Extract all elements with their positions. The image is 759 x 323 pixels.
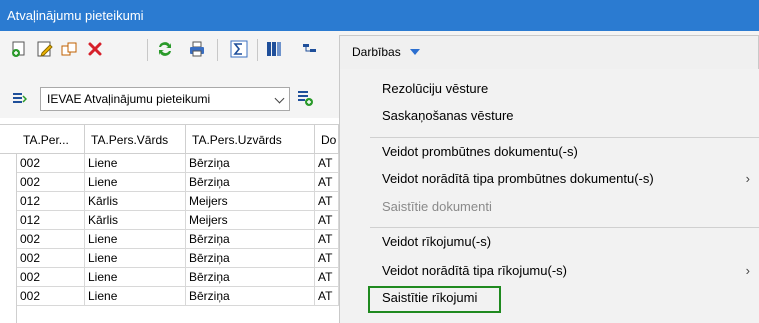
table-cell: Kārlis [85,192,186,211]
table-cell: Bērziņa [186,173,315,192]
table-cell: Bērziņa [186,154,315,173]
sum-icon[interactable] [228,38,250,60]
menu-separator [370,227,759,228]
table-row[interactable]: 002 Liene Bērziņa AT [0,173,339,192]
table-row[interactable]: 002 Liene Bērziņa AT [0,268,339,287]
table-cell: Liene [85,268,186,287]
actions-menu: Rezolūciju vēsture Saskaņošanas vēsture … [339,69,759,323]
view-select[interactable]: IEVAE Atvaļinājumu pieteikumi [40,87,290,111]
table-cell: Liene [85,154,186,173]
menu-item-label: Rezolūciju vēsture [382,81,489,96]
table-row[interactable]: 002 Liene Bērziņa AT [0,154,339,173]
table-cell: Liene [85,249,186,268]
menu-item-label: Veidot rīkojumu(-s) [382,234,492,249]
menu-item-create-absence-doc[interactable]: Veidot prombūtnes dokumentu(-s) [340,139,759,165]
chevron-down-icon [410,49,420,55]
column-header[interactable]: Do [315,125,339,155]
table-cell: Liene [85,173,186,192]
table-cell: Meijers [186,211,315,230]
column-header[interactable]: TA.Pers.Vārds [85,125,186,155]
add-filter-icon[interactable] [296,89,314,107]
menu-item-label: Veidot prombūtnes dokumentu(-s) [382,144,578,159]
table-cell: Meijers [186,192,315,211]
table-cell: Bērziņa [186,249,315,268]
toolbar-separator [217,39,218,61]
table-cell: 012 [17,192,85,211]
actions-dropdown-label: Darbības [352,45,401,59]
menu-item-label: Saskaņošanas vēsture [382,108,514,123]
submenu-arrow-icon: › [745,171,750,186]
table-cell: Bērziņa [186,287,315,306]
toolbar-separator [147,39,148,61]
tree-icon[interactable] [299,38,321,60]
table-cell: AT [315,268,339,287]
table-row[interactable]: 002 Liene Bērziņa AT [0,287,339,306]
print-icon[interactable] [186,38,208,60]
table-cell: 002 [17,173,85,192]
columns-icon[interactable] [263,38,285,60]
column-header[interactable]: TA.Pers.Uzvārds [186,125,315,155]
table-cell: Liene [85,230,186,249]
chevron-down-icon [274,93,285,104]
view-select-value: IEVAE Atvaļinājumu pieteikumi [47,92,211,106]
copy-icon[interactable] [58,38,80,60]
menu-item-related-documents: Saistītie dokumenti [340,194,759,220]
table-cell: 002 [17,154,85,173]
table-cell: AT [315,249,339,268]
table-row[interactable]: 012 Kārlis Meijers AT [0,192,339,211]
menu-item-approval-history[interactable]: Saskaņošanas vēsture [340,103,759,129]
menu-item-resolution-history[interactable]: Rezolūciju vēsture [340,76,759,102]
grid-header: TA.Per... TA.Pers.Vārds TA.Pers.Uzvārds … [0,124,339,155]
table-row[interactable]: 012 Kārlis Meijers AT [0,211,339,230]
menu-item-create-order[interactable]: Veidot rīkojumu(-s) [340,229,759,255]
table-cell: Kārlis [85,211,186,230]
table-cell: 002 [17,268,85,287]
toolbar-separator [257,39,258,61]
table-cell: AT [315,173,339,192]
menu-separator [370,137,759,138]
menu-item-create-typed-absence-doc[interactable]: Veidot norādītā tipa prombūtnes dokument… [340,166,759,192]
table-row[interactable]: 002 Liene Bērziņa AT [0,249,339,268]
table-cell: Liene [85,287,186,306]
column-header[interactable]: TA.Per... [17,125,85,155]
menu-item-label: Veidot norādītā tipa prombūtnes dokument… [382,171,654,186]
table-cell: 012 [17,211,85,230]
filter-list-icon[interactable] [11,91,28,107]
table-cell: 002 [17,230,85,249]
table-cell: 002 [17,287,85,306]
refresh-icon[interactable] [154,38,176,60]
menu-item-label: Saistītie dokumenti [382,199,492,214]
table-cell: Bērziņa [186,230,315,249]
submenu-arrow-icon: › [745,263,750,278]
table-cell: AT [315,154,339,173]
menu-item-label: Veidot norādītā tipa rīkojumu(-s) [382,263,567,278]
table-cell: Bērziņa [186,268,315,287]
delete-icon[interactable] [84,38,106,60]
menu-item-create-typed-order[interactable]: Veidot norādītā tipa rīkojumu(-s) › [340,258,759,284]
table-cell: AT [315,192,339,211]
window-title: Atvaļinājumu pieteikumi [0,0,759,31]
edit-icon[interactable] [34,38,56,60]
table-cell: 002 [17,249,85,268]
table-row[interactable]: 002 Liene Bērziņa AT [0,230,339,249]
table-cell: AT [315,211,339,230]
add-icon[interactable] [8,38,30,60]
actions-dropdown-button[interactable]: Darbības [339,35,759,69]
highlight-box [368,286,501,313]
table-cell: AT [315,287,339,306]
table-cell: AT [315,230,339,249]
